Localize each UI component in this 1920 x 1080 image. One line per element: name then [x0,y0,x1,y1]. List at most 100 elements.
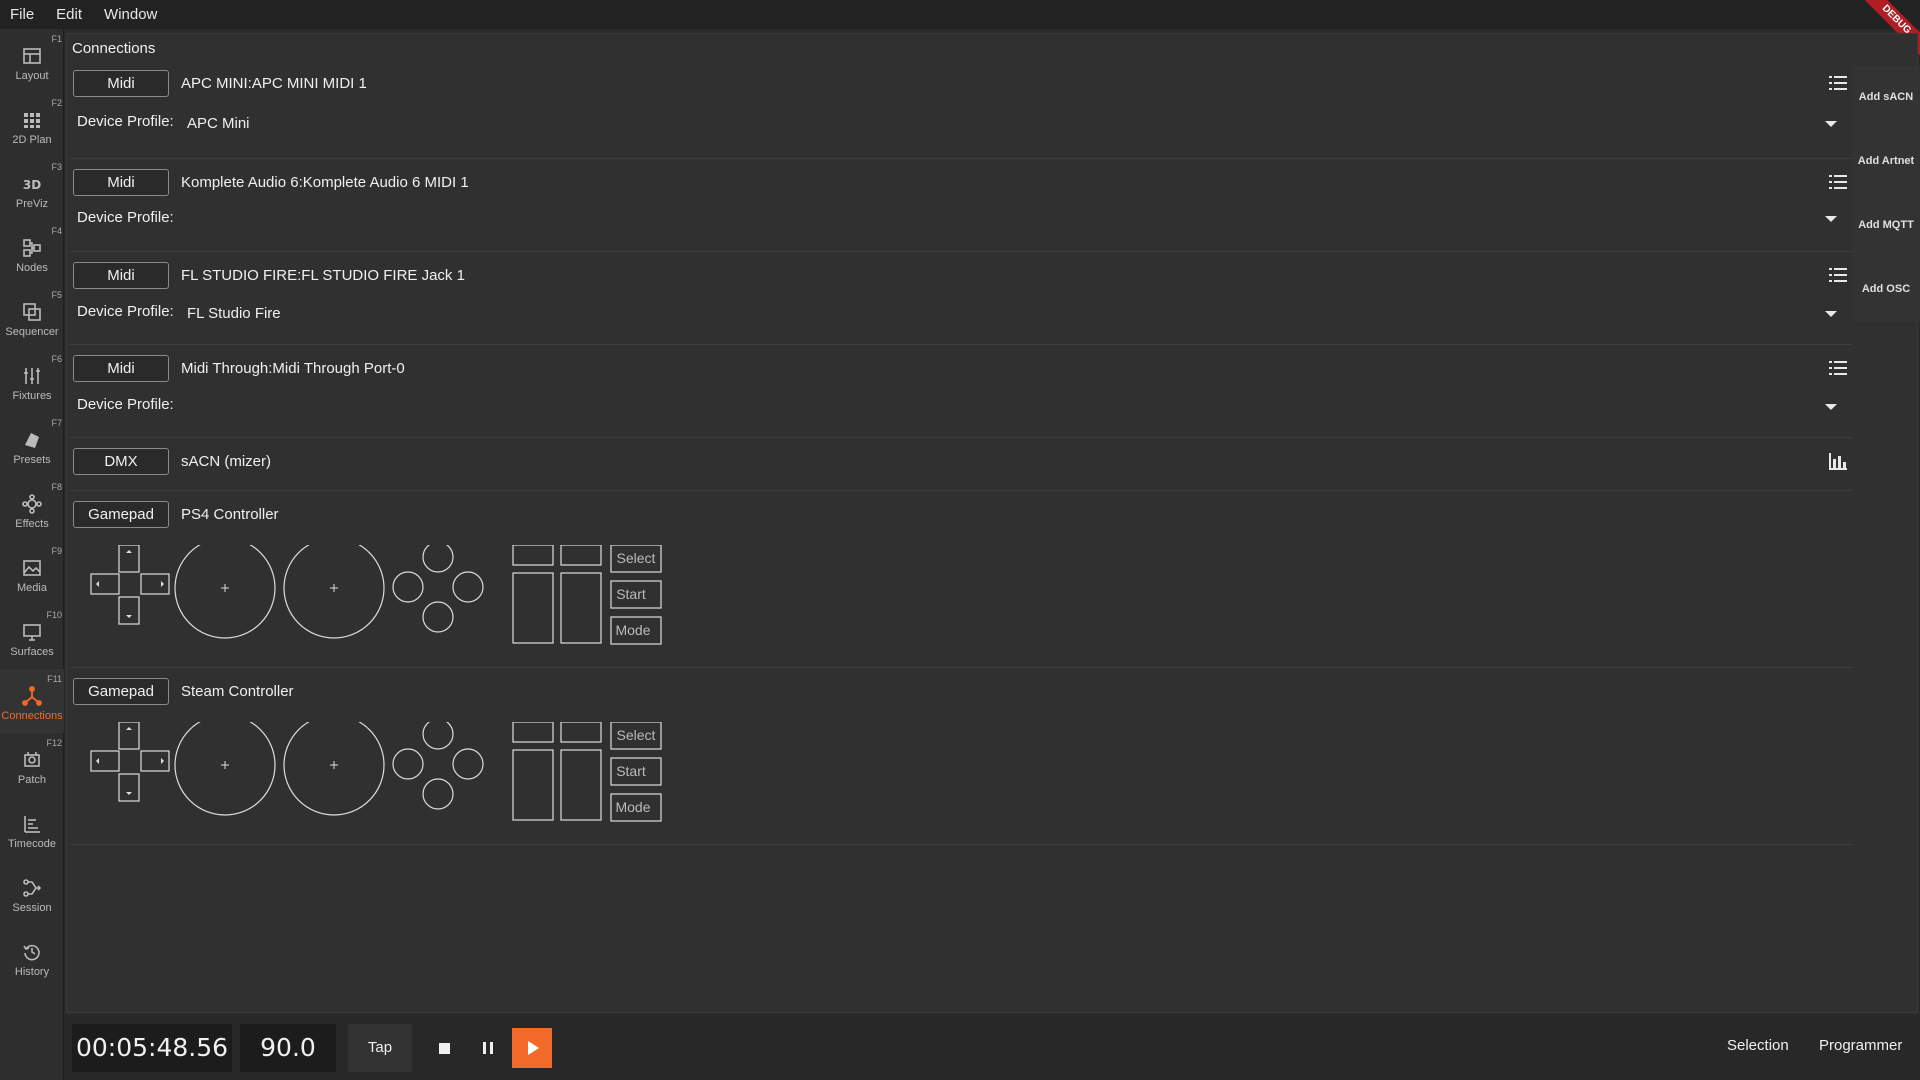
sidebar-item-label: Session [12,901,52,914]
sidebar-item-layout[interactable]: F1 Layout [0,29,64,93]
add-osc-button[interactable]: Add OSC [1852,283,1920,295]
device-profile-select[interactable]: APC Mini [187,115,250,132]
add-sacn-button[interactable]: Add sACN [1852,91,1920,103]
sidebar-item-surfaces[interactable]: F10 Surfaces [0,605,64,669]
connection-type-button[interactable]: Midi [73,355,169,382]
dpad-right [140,750,170,772]
sidebar-item-connections[interactable]: F11 Connections [0,669,64,733]
device-profile-select[interactable]: FL Studio Fire [187,305,281,322]
gamepad-visualizer: Select Start Mode [90,545,662,645]
list-menu-icon[interactable] [1827,357,1849,379]
sidebar-item-2d-plan[interactable]: F2 2D Plan [0,93,64,157]
connection-name: PS4 Controller [181,506,279,523]
left-bumper [512,545,554,566]
connection-row: Gamepad Steam Controller Select Start Mo… [69,668,1853,845]
select-label: Select [617,550,656,566]
transport-bar: 00:05:48.56 90.0 Tap Selection Programme… [64,1015,1920,1080]
sidebar-item-timecode[interactable]: Timecode [0,797,64,861]
sidebar-item-effects[interactable]: F8 Effects [0,477,64,541]
dpad-up [118,722,140,750]
start-label: Start [616,763,646,779]
bpm-display[interactable]: 90.0 [240,1024,336,1072]
connection-type-button[interactable]: Gamepad [73,678,169,705]
connection-type-button[interactable]: Midi [73,262,169,289]
add-mqtt-button[interactable]: Add MQTT [1852,219,1920,231]
dpad-left [90,573,120,595]
pause-icon[interactable] [468,1028,508,1068]
face-button-top [422,722,454,750]
fkey-label: F3 [51,162,62,172]
sidebar-item-media[interactable]: F9 Media [0,541,64,605]
chevron-down-icon[interactable] [1825,404,1837,410]
menu-edit[interactable]: Edit [56,6,82,23]
dpad-right [140,573,170,595]
selection-button[interactable]: Selection [1727,1037,1789,1054]
nodes-icon [23,238,41,257]
add-artnet-button[interactable]: Add Artnet [1852,155,1920,167]
connection-name: Steam Controller [181,683,294,700]
right-bumper [560,545,602,566]
timecode-icon [24,815,40,833]
connection-type-button[interactable]: DMX [73,448,169,475]
sidebar-item-label: Layout [15,69,49,82]
sidebar-item-session[interactable]: Session [0,861,64,925]
face-button-left [392,571,424,603]
list-menu-icon[interactable] [1827,72,1849,94]
sidebar-item-sequencer[interactable]: F5 Sequencer [0,285,64,349]
connection-row: Midi FL STUDIO FIRE:FL STUDIO FIRE Jack … [69,252,1853,345]
mode-label: Mode [615,622,650,638]
play-icon[interactable] [512,1028,552,1068]
face-button-top [422,545,454,573]
connection-row: DMX sACN (mizer) [69,438,1853,491]
tap-button[interactable]: Tap [348,1024,412,1072]
menu-window[interactable]: Window [104,6,157,23]
face-button-right [452,571,484,603]
face-button-right [452,748,484,780]
sidebar-item-fixtures[interactable]: F6 Fixtures [0,349,64,413]
sidebar-item-label: Effects [15,517,49,530]
programmer-button[interactable]: Programmer [1819,1037,1902,1054]
sidebar-item-patch[interactable]: F12 Patch [0,733,64,797]
face-button-left [392,748,424,780]
connection-name: sACN (mizer) [181,453,271,470]
sidebar-item-history[interactable]: History [0,925,64,989]
svg-text:3D: 3D [23,178,41,192]
sidebar-item-previz[interactable]: F3 3D PreViz [0,157,64,221]
select-label: Select [617,727,656,743]
chevron-down-icon[interactable] [1825,121,1837,127]
presets-icon [25,432,39,448]
sidebar-item-presets[interactable]: F7 Presets [0,413,64,477]
chevron-down-icon[interactable] [1825,311,1837,317]
sidebar-item-nodes[interactable]: F4 Nodes [0,221,64,285]
effects-icon [22,493,42,514]
list-menu-icon[interactable] [1827,264,1849,286]
connection-row: Midi APC MINI:APC MINI MIDI 1 Device Pro… [69,66,1853,159]
3d-icon: 3D [23,178,41,192]
grid-icon [24,112,40,128]
fkey-label: F9 [51,546,62,556]
fkey-label: F1 [51,34,62,44]
device-profile-label: Device Profile: [77,396,174,413]
connection-name: Komplete Audio 6:Komplete Audio 6 MIDI 1 [181,174,469,191]
chevron-down-icon[interactable] [1825,216,1837,222]
list-menu-icon[interactable] [1827,171,1849,193]
fkey-label: F5 [51,290,62,300]
connection-type-button[interactable]: Midi [73,70,169,97]
dpad-down [118,773,140,802]
menu-file[interactable]: File [10,6,34,23]
connections-list: Midi APC MINI:APC MINI MIDI 1 Device Pro… [69,66,1853,845]
sidebar-item-label: Timecode [8,837,56,850]
dpad-up [118,545,140,573]
sidebar-item-label: PreViz [15,197,49,210]
connection-type-button[interactable]: Gamepad [73,501,169,528]
face-button-bottom [422,778,454,810]
add-connection-panel: Add sACN Add Artnet Add MQTT Add OSC [1852,66,1920,322]
session-icon [23,878,42,897]
stop-icon[interactable] [424,1028,464,1068]
patch-icon [24,751,40,767]
bar-chart-icon[interactable] [1827,450,1849,472]
sidebar-item-label: 2D Plan [12,133,52,146]
timecode-display: 00:05:48.56 [72,1024,232,1072]
connection-row: Midi Komplete Audio 6:Komplete Audio 6 M… [69,159,1853,252]
connection-type-button[interactable]: Midi [73,169,169,196]
